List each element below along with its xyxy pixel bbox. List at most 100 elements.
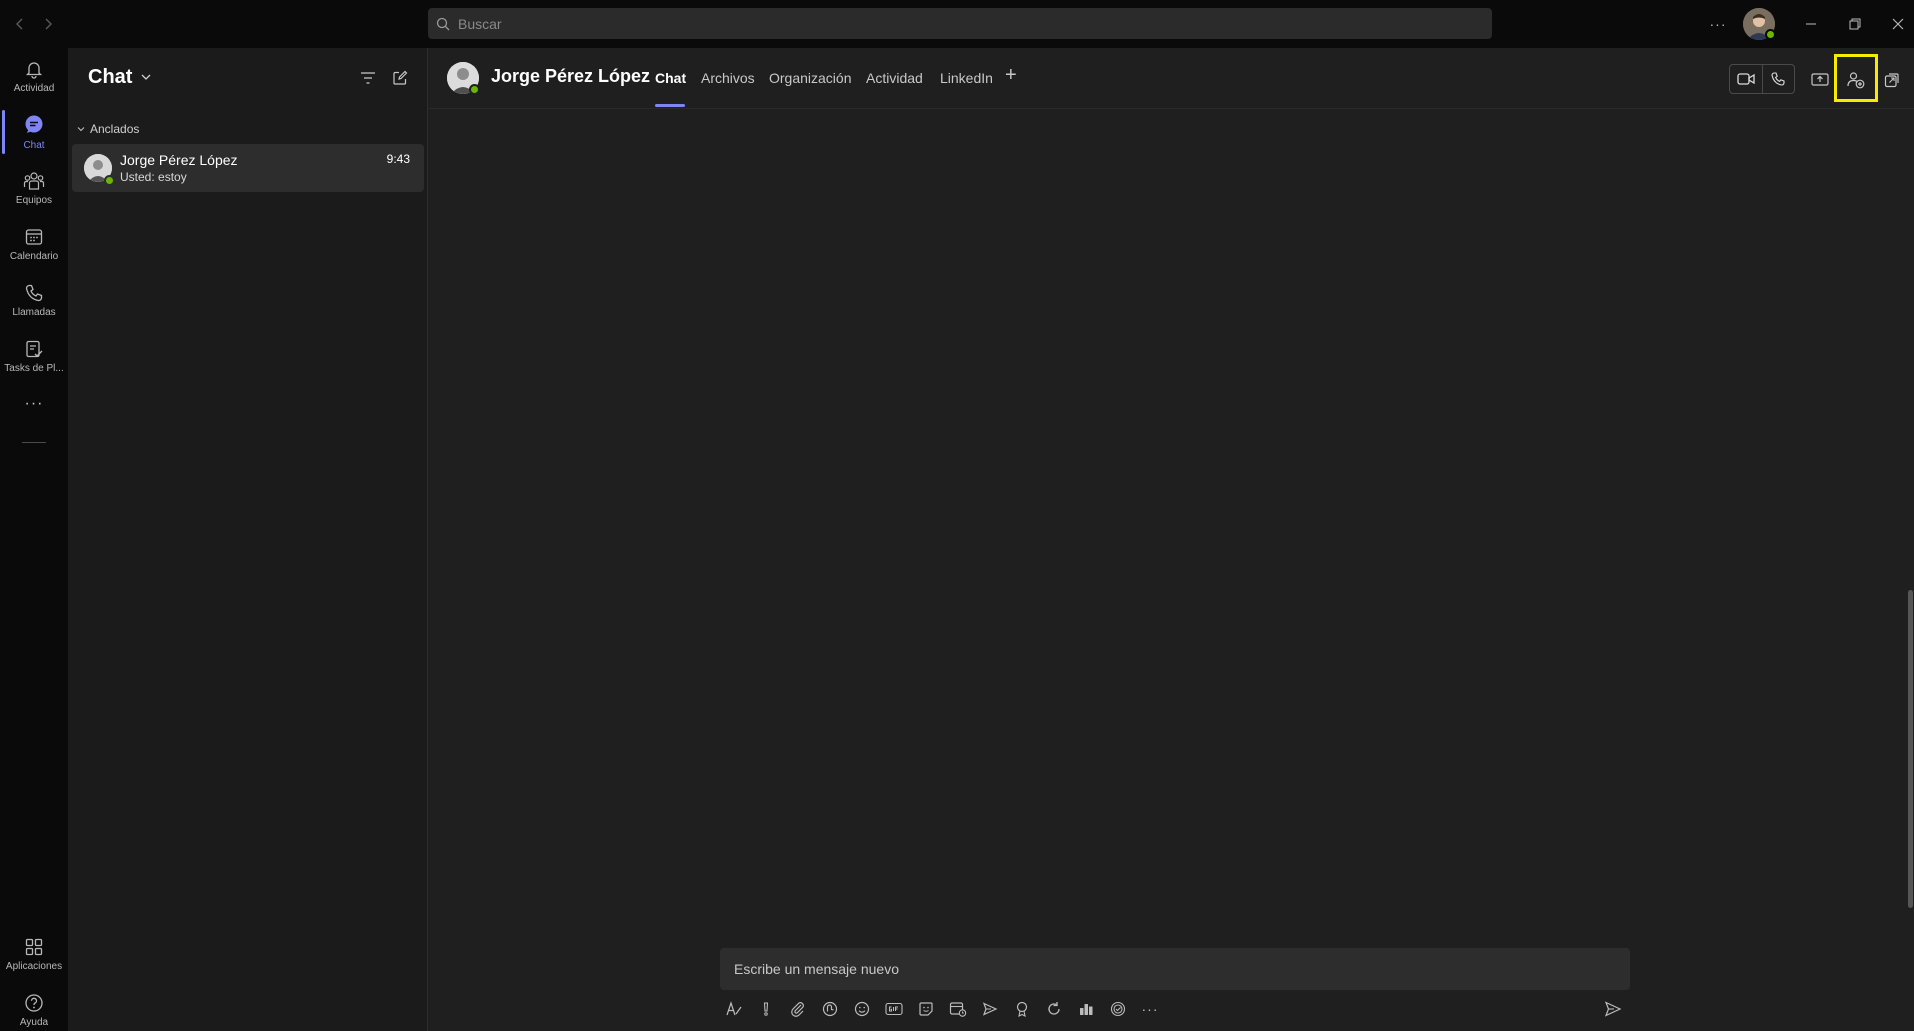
tab-linkedin[interactable]: LinkedIn: [940, 70, 993, 86]
rail-item-ayuda[interactable]: Ayuda: [0, 982, 68, 1031]
more-icon: ···: [24, 395, 44, 412]
search-icon: [436, 17, 450, 31]
rail-item-calendario[interactable]: Calendario: [0, 216, 68, 272]
chevron-down-icon[interactable]: [140, 72, 152, 82]
rail-item-aplicaciones[interactable]: Aplicaciones: [0, 926, 68, 982]
conversation-header: Jorge Pérez López Chat Archivos Organiza…: [429, 48, 1914, 109]
calendar-icon: [25, 228, 43, 245]
gif-button[interactable]: [882, 997, 906, 1021]
stream-button[interactable]: [978, 997, 1002, 1021]
message-scrollbar[interactable]: [1908, 590, 1913, 908]
rail-item-llamadas[interactable]: Llamadas: [0, 272, 68, 328]
rail-label: Llamadas: [12, 306, 56, 318]
presence-available-icon: [104, 175, 115, 186]
message-input[interactable]: [734, 961, 1594, 977]
title-bar: ···: [0, 0, 1914, 48]
chat-item-name: Jorge Pérez López: [120, 152, 238, 168]
rail-item-tasks[interactable]: Tasks de Pl...: [0, 328, 68, 384]
bell-icon: [25, 61, 43, 79]
schedule-meeting-button[interactable]: [946, 997, 970, 1021]
send-forward-icon: [982, 1002, 998, 1016]
add-tab-button[interactable]: +: [1005, 64, 1017, 87]
refresh-icon: [1048, 1002, 1060, 1015]
compose-icon: [393, 70, 408, 85]
attach-button[interactable]: [786, 997, 810, 1021]
rail-label: Chat: [23, 139, 45, 151]
close-icon: [1892, 18, 1904, 30]
rail-item-chat[interactable]: Chat: [0, 104, 68, 160]
loop-component-button[interactable]: [818, 997, 842, 1021]
tab-actividad[interactable]: Actividad: [866, 70, 923, 86]
rail-item-equipos[interactable]: Equipos: [0, 160, 68, 216]
chat-item-preview: Usted: estoy: [120, 170, 187, 184]
audio-call-button[interactable]: [1761, 65, 1794, 93]
message-area[interactable]: [429, 110, 1908, 940]
rail-item-actividad[interactable]: Actividad: [0, 48, 68, 104]
phone-icon: [25, 284, 43, 301]
emoji-button[interactable]: [850, 997, 874, 1021]
approvals-icon: [1110, 1001, 1126, 1017]
format-button[interactable]: [722, 997, 746, 1021]
restore-button[interactable]: [1841, 10, 1869, 38]
rail-label: Calendario: [9, 250, 59, 262]
new-chat-button[interactable]: [388, 66, 412, 90]
minimize-button[interactable]: [1797, 10, 1825, 38]
important-button[interactable]: [754, 997, 778, 1021]
close-button[interactable]: [1884, 10, 1912, 38]
loop-refresh-button[interactable]: [1042, 997, 1066, 1021]
active-tab-indicator: [655, 104, 685, 107]
exclamation-icon: [763, 1002, 769, 1016]
search-input[interactable]: [458, 15, 1358, 32]
gif-icon: [885, 1002, 903, 1016]
presence-available-icon: [469, 84, 480, 95]
pinned-section-header[interactable]: Anclados: [76, 122, 139, 136]
medal-icon: [1016, 1001, 1028, 1017]
schedule-meeting-icon: [949, 1002, 967, 1017]
share-screen-icon: [1811, 73, 1829, 86]
chat-list-pane: Chat Anclados Jorge Pérez López Usted: e…: [68, 48, 428, 1031]
share-screen-button[interactable]: [1806, 66, 1834, 94]
tab-organizacion[interactable]: Organización: [769, 70, 852, 86]
minimize-icon: [1806, 23, 1816, 25]
compose-box[interactable]: [720, 948, 1630, 990]
send-button[interactable]: [1601, 997, 1625, 1021]
sticker-icon: [919, 1002, 933, 1016]
tasks-icon: [26, 340, 43, 357]
caret-down-icon: [77, 127, 85, 132]
search-bar[interactable]: [428, 8, 1492, 39]
approvals-button[interactable]: [1106, 997, 1130, 1021]
contact-name[interactable]: Jorge Pérez López: [491, 66, 650, 87]
rail-more-apps-button[interactable]: ···: [0, 384, 68, 424]
more-icon: ···: [1141, 1001, 1159, 1017]
filter-icon: [361, 72, 375, 84]
chat-list-item[interactable]: Jorge Pérez López Usted: estoy 9:43: [72, 144, 424, 192]
apps-icon: [25, 938, 43, 955]
more-options-button[interactable]: ···: [1138, 997, 1162, 1021]
settings-more-button[interactable]: ···: [1704, 10, 1732, 38]
poll-icon: [1080, 1004, 1093, 1015]
teams-icon: [23, 171, 45, 190]
video-call-button[interactable]: [1730, 65, 1762, 93]
praise-button[interactable]: [1010, 997, 1034, 1021]
pop-out-chat-button[interactable]: [1878, 66, 1906, 94]
poll-button[interactable]: [1074, 997, 1098, 1021]
tab-chat[interactable]: Chat: [655, 70, 686, 86]
back-arrow-icon[interactable]: [8, 12, 32, 36]
chat-icon: [25, 115, 43, 133]
forward-arrow-icon[interactable]: [36, 12, 60, 36]
more-icon: ···: [1709, 16, 1727, 32]
chat-list-title[interactable]: Chat: [88, 66, 132, 89]
pop-out-icon: [1884, 73, 1899, 88]
rail-label: Ayuda: [19, 1016, 49, 1028]
rail-divider: [22, 442, 46, 443]
help-icon: [25, 993, 43, 1012]
presence-available-icon: [1765, 29, 1776, 40]
rail-label: Aplicaciones: [5, 960, 63, 972]
restore-icon: [1849, 18, 1861, 30]
call-button-group: [1729, 64, 1795, 94]
send-icon: [1604, 1001, 1622, 1017]
sticker-button[interactable]: [914, 997, 938, 1021]
tab-archivos[interactable]: Archivos: [701, 70, 755, 86]
app-rail: Actividad Chat Equipos Calendario Llamad…: [0, 48, 68, 1031]
filter-button[interactable]: [356, 66, 380, 90]
